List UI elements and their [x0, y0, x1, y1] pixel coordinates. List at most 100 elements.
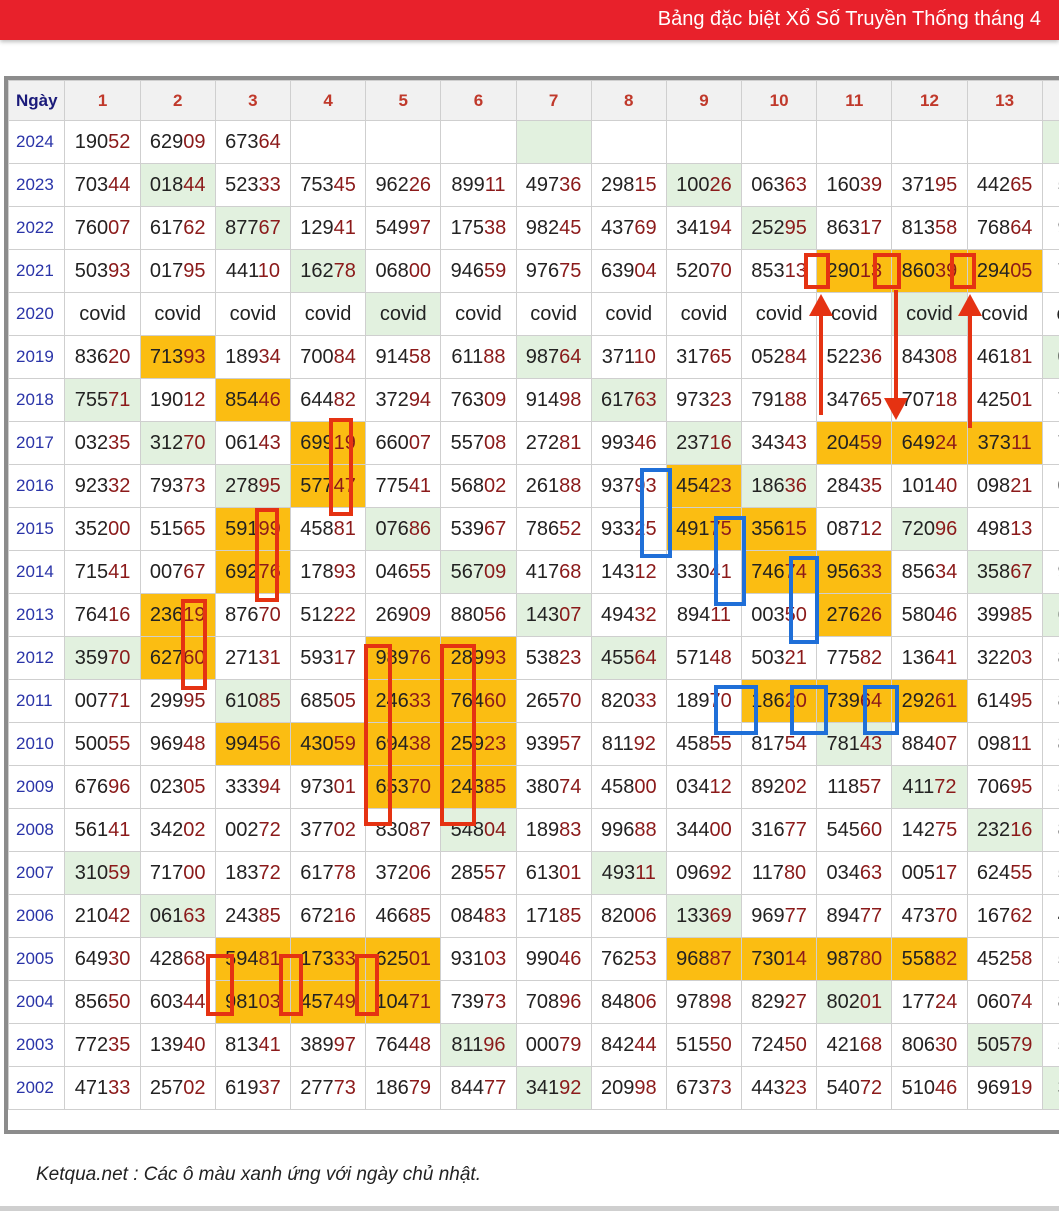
- number-tail: 11: [635, 861, 656, 884]
- result-cell: 41768: [515, 550, 592, 594]
- number-head: 190: [74, 130, 109, 153]
- number-head: 976: [525, 259, 560, 282]
- result-cell: 35867: [966, 550, 1043, 594]
- result-cell: 06163: [139, 894, 216, 938]
- number-tail: 53: [634, 947, 657, 970]
- number-tail: 44: [183, 990, 206, 1013]
- result-cell: 06800: [365, 249, 442, 293]
- result-cell: 72096: [891, 507, 968, 551]
- number-tail: 40: [183, 1033, 206, 1056]
- year-cell: 2022: [8, 206, 66, 250]
- number-tail: 70: [935, 904, 958, 927]
- number-tail: 41: [108, 818, 131, 841]
- number-tail: 93: [483, 646, 507, 669]
- number-tail: 46: [559, 947, 582, 970]
- result-cell: 67696: [64, 765, 141, 809]
- result-cell: covid: [440, 292, 517, 336]
- result-cell: 8604: [1041, 808, 1059, 852]
- year-cell: 2014: [8, 550, 66, 594]
- result-cell: 34194: [665, 206, 743, 250]
- number-tail: 02: [183, 1076, 206, 1099]
- number-head: 358: [976, 560, 1011, 583]
- results-table-container[interactable]: Ngày 1234567891011121314 202419052629096…: [4, 76, 1059, 1134]
- result-cell: 45800: [590, 765, 667, 809]
- number-head: 946: [450, 259, 484, 282]
- result-cell: 44265: [966, 163, 1043, 207]
- number-head: 276: [826, 603, 860, 626]
- number-tail: 72: [258, 861, 281, 884]
- number-tail: 36: [859, 345, 883, 368]
- number-head: 023: [149, 775, 184, 798]
- year-cell: 2007: [8, 851, 66, 895]
- number-tail: 96: [559, 990, 582, 1013]
- number-head: 457: [300, 990, 334, 1013]
- result-cell: 10471: [365, 980, 442, 1024]
- number-head: 817: [751, 732, 785, 755]
- result-cell: 54997: [365, 206, 442, 250]
- number-head: 399: [976, 603, 1011, 626]
- number-head: 644: [300, 388, 334, 411]
- number-tail: 92: [709, 861, 732, 884]
- number-head: 284: [826, 474, 860, 497]
- number-head: 076: [375, 517, 409, 540]
- number-tail: 16: [1010, 818, 1033, 841]
- year-cell: 2005: [8, 937, 66, 981]
- result-cell: 97675: [515, 249, 592, 293]
- result-cell: 28993: [440, 636, 517, 680]
- number-tail: 71: [108, 388, 131, 411]
- result-cell: 18636: [741, 464, 818, 508]
- result-cell: 49311: [590, 851, 667, 895]
- number-tail: 50: [784, 1033, 807, 1056]
- number-head: 411: [902, 775, 935, 798]
- number-tail: 40: [935, 474, 958, 497]
- number-tail: 07: [408, 431, 432, 454]
- result-cell: [289, 120, 367, 164]
- number-tail: 12: [634, 560, 657, 583]
- number-head: 458: [600, 775, 635, 798]
- number-head: 277: [300, 1076, 334, 1099]
- result-cell: 27131: [214, 636, 292, 680]
- number-tail: 70: [709, 259, 732, 282]
- number-tail: 64: [634, 646, 657, 669]
- number-tail: 96: [935, 517, 958, 540]
- number-head: 007: [74, 689, 109, 712]
- number-head: 371: [901, 173, 936, 196]
- year-cell: 2013: [8, 593, 66, 637]
- number-tail: 00: [634, 775, 657, 798]
- number-head: 493: [601, 861, 636, 884]
- number-head: 813: [901, 216, 936, 239]
- number-head: 290: [826, 259, 860, 282]
- number-head: 962: [375, 173, 409, 196]
- number-head: 764: [74, 603, 109, 626]
- result-cell: 67364: [214, 120, 292, 164]
- result-cell: covid: [891, 292, 968, 336]
- number-tail: 77: [784, 904, 807, 927]
- number-head: 806: [901, 1033, 936, 1056]
- number-head: 160: [826, 173, 860, 196]
- number-head: 515: [676, 1033, 710, 1056]
- number-tail: 41: [408, 474, 432, 497]
- result-cell: 37110: [590, 335, 667, 379]
- year-cell: 2017: [8, 421, 66, 465]
- number-head: 098: [977, 732, 1011, 755]
- number-head: 515: [149, 517, 184, 540]
- number-head: 505: [976, 1033, 1011, 1056]
- result-cell: 18970: [665, 679, 743, 723]
- number-head: 914: [375, 345, 409, 368]
- number-head: 523: [225, 173, 259, 196]
- result-cell: 79188: [741, 378, 818, 422]
- day-header-1: 1: [64, 80, 141, 121]
- number-tail: 58: [408, 345, 432, 368]
- number-head: 458: [300, 517, 334, 540]
- number-tail: 44: [634, 1033, 657, 1056]
- number-tail: 01: [408, 947, 432, 970]
- number-head: 692: [225, 560, 259, 583]
- number-head: 568: [450, 474, 484, 497]
- number-tail: 45: [559, 216, 582, 239]
- number-tail: 04: [634, 259, 657, 282]
- number-head: 830: [375, 818, 409, 841]
- number-head: 461: [976, 345, 1011, 368]
- number-tail: 79: [1010, 1033, 1033, 1056]
- number-tail: 58: [1010, 947, 1033, 970]
- result-cell: 98103: [214, 980, 292, 1024]
